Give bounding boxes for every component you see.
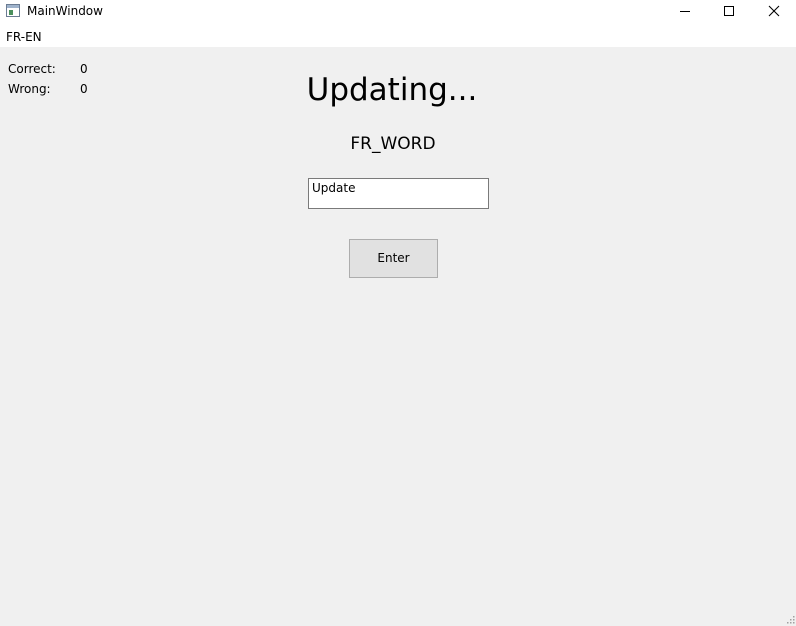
title-bar[interactable]: MainWindow [0, 0, 796, 23]
maximize-button[interactable] [706, 0, 752, 23]
resize-grip-icon[interactable] [786, 615, 796, 625]
status-heading: Updating... [306, 72, 478, 108]
menu-bar: FR-EN [0, 23, 796, 47]
menu-fr-en[interactable]: FR-EN [0, 23, 48, 47]
close-icon [768, 5, 780, 17]
maximize-icon [724, 6, 734, 16]
answer-input[interactable] [308, 178, 489, 209]
close-button[interactable] [751, 0, 796, 23]
correct-label: Correct: [8, 62, 56, 76]
central-widget: Correct: 0 Wrong: 0 Updating... FR_WORD … [0, 47, 796, 626]
wrong-count: 0 [80, 82, 88, 96]
word-prompt: FR_WORD [350, 134, 436, 154]
minimize-button[interactable] [662, 0, 708, 23]
enter-button[interactable]: Enter [349, 239, 438, 278]
correct-count: 0 [80, 62, 88, 76]
wrong-label: Wrong: [8, 82, 51, 96]
app-window-icon [6, 4, 20, 17]
minimize-icon [680, 11, 690, 12]
main-window: MainWindow FR-EN Correct: 0 Wrong: 0 Upd… [0, 0, 796, 626]
window-title: MainWindow [27, 4, 103, 18]
